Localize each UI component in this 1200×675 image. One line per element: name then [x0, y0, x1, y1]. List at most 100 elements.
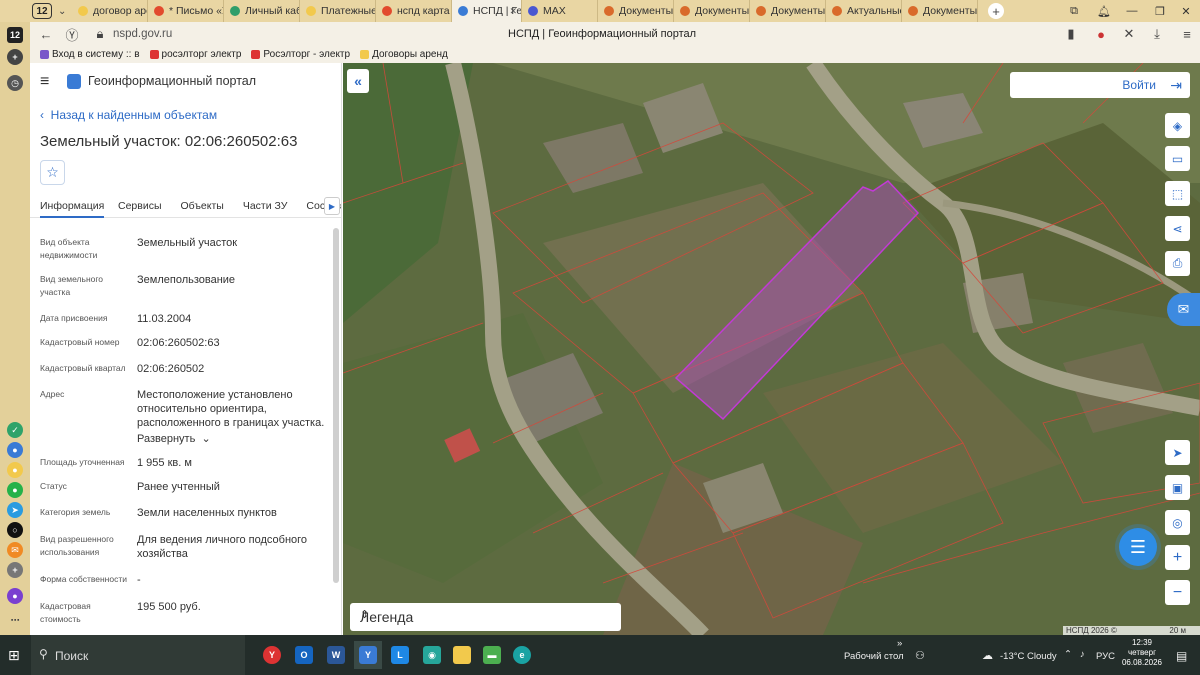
login-icon: ⇥ [1170, 77, 1182, 93]
app-icon[interactable]: ○ [7, 522, 23, 538]
word-icon[interactable]: W [322, 641, 350, 669]
yandex-icon[interactable]: Ⓨ [61, 25, 83, 44]
scale-bar: 20 м [1169, 626, 1186, 635]
tab-count-badge[interactable]: 12 [32, 3, 52, 19]
yandex-browser-icon[interactable]: Y [258, 641, 286, 669]
maximize-button[interactable]: ❐ [1146, 0, 1174, 22]
new-tab-button[interactable]: + [988, 3, 1004, 19]
file-explorer-icon[interactable] [448, 641, 476, 669]
panel-scrollbar[interactable] [333, 228, 339, 583]
telegram-icon[interactable]: ➤ [7, 502, 23, 518]
minimize-button[interactable]: — [1118, 0, 1146, 22]
zoom-out-button[interactable]: − [1165, 580, 1190, 605]
notifications-icon[interactable]: ▤ [1176, 649, 1187, 663]
tab-information[interactable]: Информация [40, 193, 104, 218]
windows-taskbar: ⊞ ⚲ Поиск Y O W Y L ◉ ▬ e Рабочий стол » … [0, 635, 1200, 675]
favorite-star-button[interactable]: ☆ [40, 160, 65, 185]
extension-icon[interactable]: ✕ [1118, 26, 1140, 42]
add-app-icon[interactable]: + [7, 562, 23, 578]
browser-tab[interactable]: Документы н [750, 0, 826, 22]
taskbar-search-box[interactable]: ⚲ Поиск [31, 635, 245, 675]
chevron-down-icon: ⌄ [201, 433, 211, 445]
app-icon[interactable]: ● [7, 442, 23, 458]
app-icon[interactable]: ▬ [478, 641, 506, 669]
language-indicator[interactable]: РУС [1096, 651, 1115, 662]
app-icon[interactable]: ✓ [7, 422, 23, 438]
tab-services[interactable]: Сервисы [118, 193, 162, 218]
hamburger-menu-icon[interactable]: ≡ [40, 73, 49, 91]
feedback-chat-button[interactable]: ✉ [1167, 293, 1200, 326]
menu-icon[interactable]: ≡ [1176, 27, 1198, 42]
collapse-panel-button[interactable]: « [347, 69, 369, 93]
whatsapp-icon[interactable]: ● [7, 482, 23, 498]
assistant-chat-button[interactable]: ☰ [1119, 528, 1157, 566]
app-icon[interactable]: ● [7, 462, 23, 478]
bookmark-icon[interactable]: ▮ [1060, 26, 1082, 42]
geolocation-icon[interactable]: ➤ [1165, 440, 1190, 465]
browser-tab[interactable]: MAX [522, 0, 598, 22]
extension-icon[interactable]: ● [1090, 27, 1112, 42]
bookmark-item[interactable]: Договоры аренд [360, 49, 448, 60]
bookmark-item[interactable]: росэлторг электр [149, 49, 241, 60]
download-icon[interactable]: ⤓ [1146, 26, 1168, 42]
select-area-icon[interactable]: ⬚ [1165, 181, 1190, 206]
more-icon[interactable]: ⋯ [7, 612, 23, 628]
toolbar-expand-icon[interactable]: » [897, 638, 902, 649]
field-label: Дата присвоения [40, 313, 108, 323]
browser-tab[interactable]: договор аре [72, 0, 148, 22]
ruler-icon[interactable]: ▭ [1165, 146, 1190, 171]
satellite-map[interactable]: « Войти ⇥ ◈ ▭ ⬚ ⋖ ⎙ ✉ ➤ ▣ ◎ ☰ + − Легенда… [343, 63, 1200, 635]
add-icon[interactable]: + [7, 49, 23, 65]
bell-icon[interactable]: 🔔︎ [1090, 0, 1118, 22]
browser-tab[interactable]: Документы н [598, 0, 674, 22]
tab-count-icon[interactable]: 12 [7, 27, 23, 43]
bookmark-item[interactable]: Вход в систему :: в [40, 49, 140, 60]
location-target-icon[interactable]: ◎ [1165, 510, 1190, 535]
browser-tab[interactable]: Документы н [902, 0, 978, 22]
back-to-results-link[interactable]: ‹ Назад к найденным объектам [40, 108, 217, 122]
clock[interactable]: 12:39 четверг 06.08.2026 [1120, 638, 1164, 668]
desktop-toolbar-label[interactable]: Рабочий стол [844, 651, 904, 662]
close-window-button[interactable]: ✕ [1172, 0, 1200, 22]
windows-start-icon[interactable]: ⊞ [8, 647, 20, 664]
print-icon[interactable]: ⎙ [1165, 251, 1190, 276]
zoom-in-button[interactable]: + [1165, 545, 1190, 570]
alice-icon[interactable]: ● [7, 588, 23, 604]
layers-icon[interactable]: ◈ [1165, 113, 1190, 138]
browser-tab-active[interactable]: НСПД | Ге ✕ [452, 0, 522, 22]
browser-tab[interactable]: Платежные д [300, 0, 376, 22]
tabs-next-button[interactable]: ▶ [324, 197, 340, 215]
browser-tab[interactable]: Личный каби [224, 0, 300, 22]
tab-parcel-parts[interactable]: Части ЗУ [243, 193, 288, 218]
back-arrow-icon[interactable]: ← [35, 27, 57, 42]
app-icon[interactable]: ◉ [418, 641, 446, 669]
minimap-icon[interactable]: ▣ [1165, 475, 1190, 500]
outlook-icon[interactable]: O [290, 641, 318, 669]
close-tab-icon[interactable]: ✕ [509, 6, 517, 17]
tray-expand-icon[interactable]: ⌃ [1064, 649, 1072, 660]
url-field[interactable]: nspd.gov.ru [113, 28, 172, 40]
edge-icon[interactable]: e [508, 641, 536, 669]
browser-tab[interactable]: * Письмо «Ус [148, 0, 224, 22]
weather-label[interactable]: -13°C Cloudy [1000, 651, 1057, 662]
window-manager-icon[interactable]: ⧉ [1060, 0, 1088, 22]
volume-icon[interactable]: ♪ [1080, 649, 1085, 660]
browser-tab[interactable]: Документы н [674, 0, 750, 22]
bookmark-item[interactable]: Росэлторг - электр [251, 49, 350, 60]
lock-icon[interactable]: 🔒︎ [89, 26, 111, 42]
legend-dropdown[interactable]: Легенда ⇕ [350, 603, 621, 631]
tab-list-chevron-icon[interactable]: ⌄ [58, 6, 72, 17]
history-icon[interactable]: ◷ [7, 75, 23, 91]
mail-icon[interactable]: ✉ [7, 542, 23, 558]
login-button[interactable]: Войти ⇥ [1010, 72, 1190, 98]
browser-tab[interactable]: Актуальные [826, 0, 902, 22]
share-icon[interactable]: ⋖ [1165, 216, 1190, 241]
tab-favicon-icon [832, 6, 842, 16]
browser-tab[interactable]: нспд карта п [376, 0, 452, 22]
yandex-app-icon[interactable]: Y [354, 641, 382, 669]
app-icon[interactable]: L [386, 641, 414, 669]
people-icon[interactable]: ⚇ [915, 649, 925, 662]
expand-address-link[interactable]: Развернуть ⌄ [137, 432, 332, 446]
tab-objects[interactable]: Объекты [181, 193, 224, 218]
field-label: Кадастровый квартал [40, 363, 126, 373]
